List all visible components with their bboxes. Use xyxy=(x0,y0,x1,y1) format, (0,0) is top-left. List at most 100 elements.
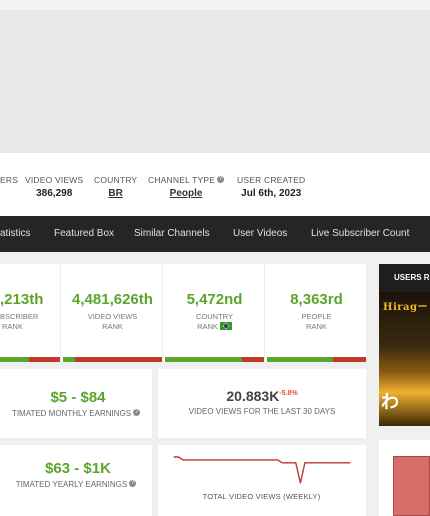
weekly-views-point xyxy=(313,462,315,464)
people-rank-label: PEOPLE RANK xyxy=(301,312,332,331)
subscriber-rank: ,213th BSCRIBER RANK xyxy=(0,264,61,362)
video-views-stat: VIDEO VIEWS 386,298 xyxy=(25,175,83,199)
country-rank: 5,472nd COUNTRY RANK xyxy=(165,264,265,362)
monthly-earnings-label: TIMATED MONTHLY EARNINGS? xyxy=(11,409,141,418)
people-rank: 8,363rd PEOPLE RANK xyxy=(267,264,366,362)
weekly-views-point xyxy=(177,456,180,458)
user-created-value: Jul 6th, 2023 xyxy=(241,188,302,199)
side-ad-image[interactable]: Hiragー わ xyxy=(379,292,430,426)
nav-featured-box[interactable]: Featured Box xyxy=(54,216,114,252)
views-delta: -5.8% xyxy=(279,390,298,397)
views-30-days-card: 20.883K-5.8% VIDEO VIEWS FOR THE LAST 30… xyxy=(158,369,366,438)
weekly-views-point xyxy=(254,459,256,461)
weekly-views-chart xyxy=(173,456,351,484)
top-strip xyxy=(0,0,430,10)
people-rank-value: 8,363rd xyxy=(290,291,343,308)
channel-type-label: CHANNEL TYPE? xyxy=(148,175,225,185)
channel-nav: atistics Featured Box Similar Channels U… xyxy=(0,216,430,252)
weekly-views-point xyxy=(227,459,229,461)
weekly-views-point xyxy=(263,459,265,461)
channel-info-bar: ERS VIDEO VIEWS 386,298 COUNTRY BR CHANN… xyxy=(0,153,430,216)
weekly-views-point xyxy=(277,459,279,461)
weekly-views-point xyxy=(295,462,297,464)
weekly-views-point xyxy=(304,462,306,464)
video-views-rank-value: 4,481,626th xyxy=(72,291,153,308)
views-30-days-label: VIDEO VIEWS FOR THE LAST 30 DAYS xyxy=(188,407,336,416)
weekly-views-point xyxy=(335,462,338,464)
user-created-stat: USER CREATED Jul 6th, 2023 xyxy=(237,175,305,199)
weekly-views-point xyxy=(344,462,347,464)
weekly-views-point xyxy=(182,459,184,461)
weekly-views-point xyxy=(232,459,234,461)
weekly-views-point xyxy=(200,459,202,461)
help-icon[interactable]: ? xyxy=(129,480,137,487)
country-link[interactable]: BR xyxy=(94,188,137,199)
yearly-earnings-value: $63 - $1K xyxy=(45,460,111,477)
side-ad-header: USERS RE xyxy=(379,264,430,292)
views-30-days-value: 20.883K-5.8% xyxy=(226,388,298,404)
country-rank-bar xyxy=(165,357,264,362)
weekly-views-point xyxy=(196,459,198,461)
help-icon[interactable]: ? xyxy=(133,409,141,416)
video-views-rank-bar xyxy=(63,357,162,362)
brazil-flag-icon xyxy=(219,322,232,330)
weekly-views-point xyxy=(272,459,274,461)
weekly-views-point xyxy=(286,462,288,464)
side-ad-kanji: わ xyxy=(381,392,399,413)
weekly-views-point xyxy=(205,459,207,461)
nav-user-videos[interactable]: User Videos xyxy=(233,216,287,252)
video-views-rank: 4,481,626th VIDEO VIEWS RANK xyxy=(63,264,163,362)
weekly-views-point xyxy=(308,462,310,464)
yearly-earnings-label: TIMATED YEARLY EARNINGS? xyxy=(15,480,137,489)
side-ad[interactable]: USERS RE Hiragー わ xyxy=(379,264,430,426)
subscribers-label: ERS xyxy=(0,175,19,185)
nav-live-subscriber-count[interactable]: Live Subscriber Count xyxy=(311,216,409,252)
monthly-earnings-value: $5 - $84 xyxy=(50,389,106,406)
yearly-earnings-card: $63 - $1K TIMATED YEARLY EARNINGS? xyxy=(0,445,152,516)
weekly-views-point xyxy=(186,459,189,461)
weekly-views-point xyxy=(209,459,211,461)
channel-type-link[interactable]: People xyxy=(148,188,224,199)
weekly-views-card: TOTAL VIDEO VIEWS (WEEKLY) xyxy=(158,445,366,516)
weekly-views-point xyxy=(250,459,252,461)
weekly-views-point xyxy=(322,462,324,464)
nav-statistics[interactable]: atistics xyxy=(0,216,31,252)
weekly-views-point xyxy=(326,462,328,464)
weekly-views-point xyxy=(331,462,333,464)
video-views-value: 386,298 xyxy=(36,188,73,199)
weekly-views-point xyxy=(214,459,216,461)
weekly-views-caption: TOTAL VIDEO VIEWS (WEEKLY) xyxy=(202,492,321,501)
channel-type-stat: CHANNEL TYPE? People xyxy=(148,175,225,199)
weekly-views-point xyxy=(349,462,351,464)
side-ad-title: Hiragー xyxy=(383,302,428,313)
weekly-views-point xyxy=(281,462,283,464)
weekly-views-point xyxy=(223,459,225,461)
help-icon[interactable]: ? xyxy=(217,176,225,183)
country-rank-label: COUNTRY RANK xyxy=(196,312,233,331)
ranks-card: ,213th BSCRIBER RANK 4,481,626th VIDEO VI… xyxy=(0,264,366,362)
weekly-views-point xyxy=(290,462,292,464)
video-views-rank-label: VIDEO VIEWS RANK xyxy=(87,312,138,331)
weekly-views-point xyxy=(236,459,238,461)
weekly-views-point xyxy=(317,462,319,464)
weekly-views-point xyxy=(241,459,243,461)
nav-similar-channels[interactable]: Similar Channels xyxy=(134,216,210,252)
subscriber-rank-label: BSCRIBER RANK xyxy=(0,312,39,331)
video-views-label: VIDEO VIEWS xyxy=(25,175,84,185)
side-chart-box xyxy=(379,440,430,516)
subscriber-rank-value: ,213th xyxy=(0,291,44,308)
user-created-label: USER CREATED xyxy=(237,175,306,185)
country-stat: COUNTRY BR xyxy=(94,175,137,199)
weekly-views-point xyxy=(218,459,220,461)
weekly-views-point xyxy=(259,459,261,461)
side-red-block xyxy=(393,456,430,516)
weekly-views-point xyxy=(268,459,270,461)
monthly-earnings-card: $5 - $84 TIMATED MONTHLY EARNINGS? xyxy=(0,369,152,438)
country-label: COUNTRY xyxy=(94,175,138,185)
weekly-views-point xyxy=(340,462,342,464)
weekly-views-point xyxy=(299,482,301,484)
weekly-views-point xyxy=(191,459,193,461)
weekly-views-series-line xyxy=(174,456,350,484)
weekly-views-point xyxy=(245,459,247,461)
subscribers-stat: ERS xyxy=(0,175,18,185)
